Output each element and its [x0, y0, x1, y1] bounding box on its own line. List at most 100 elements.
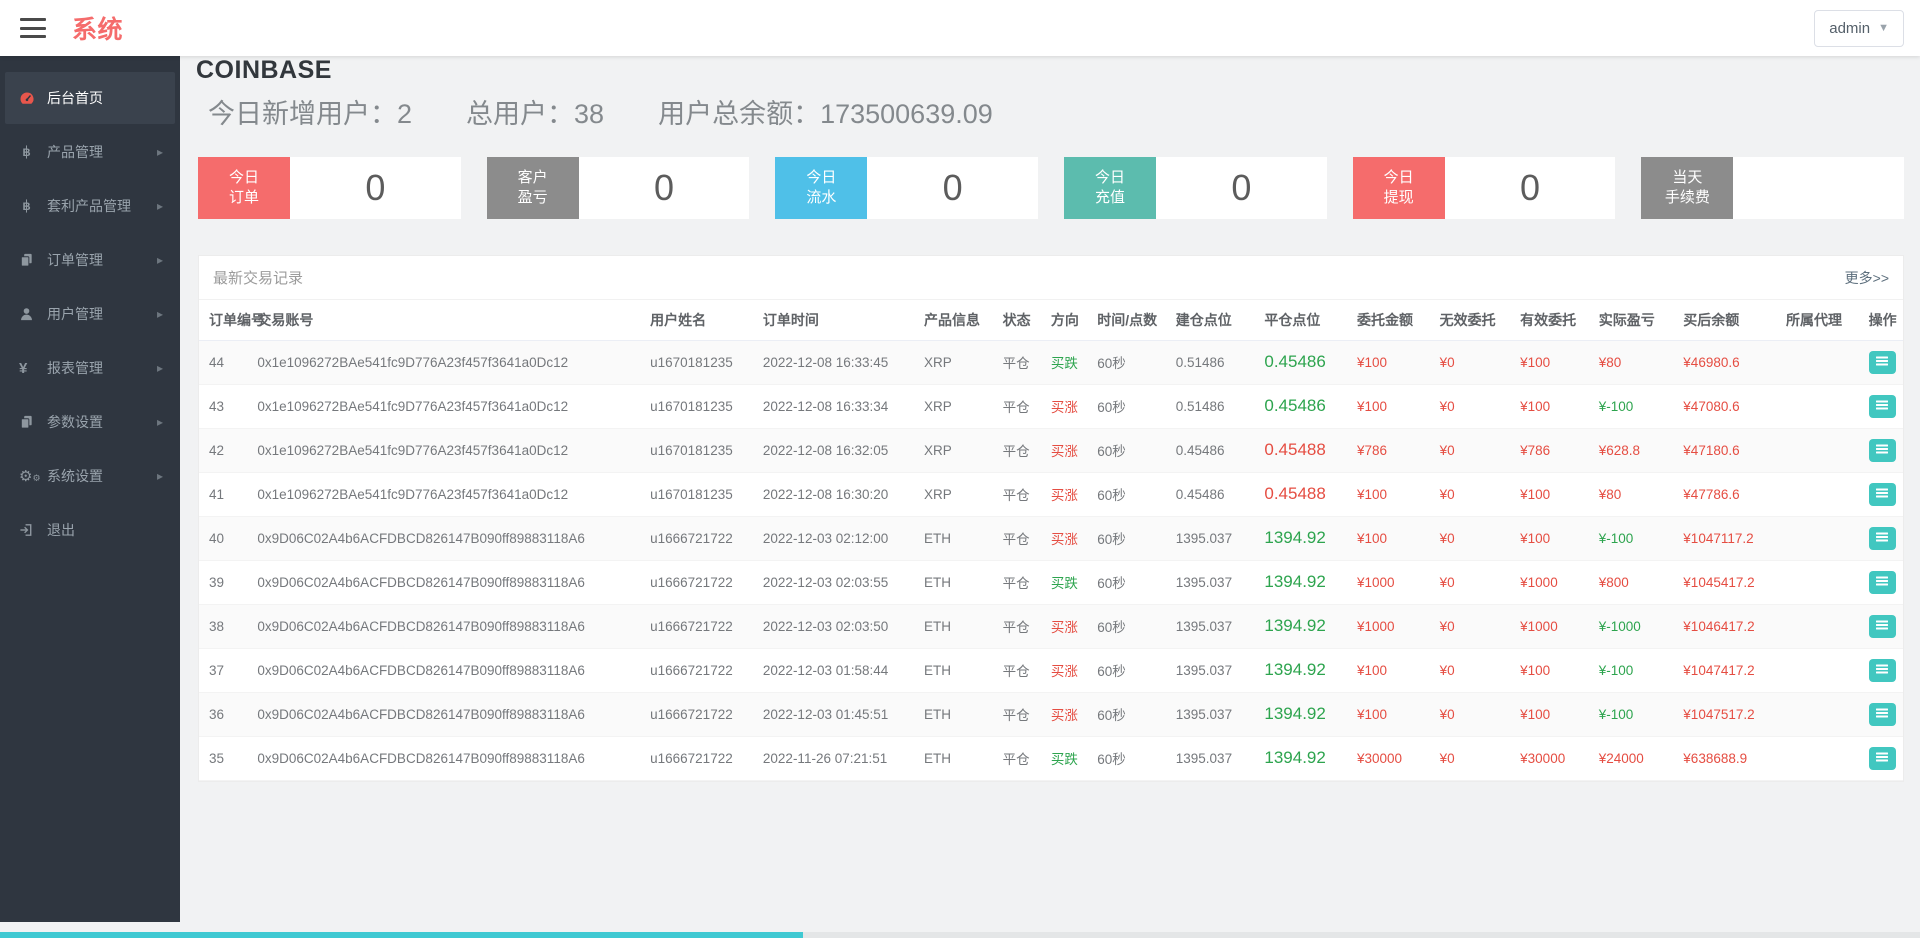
table-cell: ¥47080.6 — [1677, 384, 1781, 429]
more-link[interactable]: 更多>> — [1845, 268, 1889, 288]
menu-toggle-icon[interactable] — [20, 18, 46, 38]
table-row: 42 0x1e1096272BAe541fc9D776A23f457f3641a0… — [199, 428, 1903, 473]
table-cell: 60秒 — [1091, 428, 1170, 473]
table-cell-action — [1862, 340, 1903, 385]
top-bar: COINBASE 系统 admin ▼ — [0, 0, 1920, 84]
order-detail-button[interactable] — [1868, 658, 1896, 682]
table-cell: 买涨 — [1044, 692, 1092, 737]
chevron-down-icon: ▼ — [1878, 22, 1889, 34]
table-cell: 买涨 — [1044, 516, 1092, 561]
horizontal-scrollbar-thumb[interactable] — [0, 932, 803, 938]
order-detail-button[interactable] — [1868, 746, 1896, 770]
table-cell: ¥1047117.2 — [1677, 516, 1781, 561]
table-cell: ¥100 — [1514, 384, 1593, 429]
order-detail-button[interactable] — [1868, 394, 1896, 418]
table-cell: 0x9D06C02A4b6ACFDBCD826147B090ff89883118… — [251, 648, 645, 693]
table-cell: u1670181235 — [644, 428, 757, 473]
sidebar-item-3[interactable]: 订单管理 ▸ — [5, 234, 175, 286]
table-cell: ETH — [918, 648, 997, 693]
table-cell: ¥628.8 — [1592, 428, 1678, 473]
bitcoin-icon: B — [19, 144, 47, 160]
table-cell: 0.51486 — [1169, 384, 1259, 429]
table-cell: ¥1000 — [1514, 604, 1593, 649]
table-cell: 35 — [199, 736, 252, 781]
table-cell: ¥1047417.2 — [1677, 648, 1781, 693]
table-row: 35 0x9D06C02A4b6ACFDBCD826147B090ff898831… — [199, 736, 1903, 781]
table-cell: 买涨 — [1044, 472, 1092, 517]
sidebar-item-label: 产品管理 — [47, 144, 103, 160]
table-cell: ¥1000 — [1351, 560, 1434, 605]
table-cell: ETH — [918, 736, 997, 781]
table-cell: XRP — [918, 384, 997, 429]
table-cell: 1395.037 — [1169, 648, 1259, 693]
table-cell: ¥-1000 — [1592, 604, 1678, 649]
table-cell: ¥100 — [1514, 516, 1593, 561]
table-cell: 0.45486 — [1169, 428, 1259, 473]
sidebar-item-4[interactable]: 用户管理 ▸ — [5, 288, 175, 340]
sidebar-item-1[interactable]: B产品管理 ▸ — [5, 126, 175, 178]
stat-card-1: 客户 盈亏 0 — [486, 157, 750, 219]
table-cell: ¥47180.6 — [1677, 428, 1781, 473]
table-cell: 0x9D06C02A4b6ACFDBCD826147B090ff89883118… — [251, 736, 645, 781]
sidebar-item-label: 参数设置 — [47, 414, 103, 430]
order-detail-button[interactable] — [1868, 482, 1896, 506]
user-menu-button[interactable]: admin ▼ — [1814, 9, 1904, 47]
app-logo: COINBASE 系统 — [72, 10, 331, 84]
horizontal-scrollbar-track[interactable] — [0, 932, 1920, 938]
stat-card-value: 0 — [290, 157, 461, 219]
table-cell: ¥638688.9 — [1677, 736, 1781, 781]
sidebar-item-5[interactable]: ¥ 报表管理 ▸ — [5, 342, 175, 394]
table-cell-action — [1862, 692, 1903, 737]
table-cell — [1780, 692, 1863, 737]
table-cell: 2022-11-26 07:21:51 — [756, 736, 919, 781]
stat-card-value — [1733, 157, 1905, 219]
table-cell: 1395.037 — [1169, 516, 1259, 561]
stat-card-label: 今日 流水 — [775, 157, 868, 219]
table-cell: ¥800 — [1592, 560, 1678, 605]
table-cell: ETH — [918, 516, 997, 561]
table-cell: ¥0 — [1433, 516, 1515, 561]
stat-card-4: 今日 提现 0 — [1352, 157, 1616, 219]
table-cell: 0.45488 — [1258, 428, 1352, 473]
yen-icon: ¥ — [19, 359, 28, 377]
sidebar: 后台首页B产品管理▸B套利产品管理▸订单管理▸用户管理▸¥报表管理▸参数设置▸⚙… — [0, 56, 180, 922]
table-cell: ¥1046417.2 — [1677, 604, 1781, 649]
table-cell: 2022-12-03 02:03:50 — [756, 604, 919, 649]
column-header: 买后余额 — [1677, 300, 1781, 341]
order-detail-button[interactable] — [1868, 438, 1896, 462]
column-header: 交易账号 — [251, 300, 645, 341]
table-cell: ¥786 — [1351, 428, 1434, 473]
table-cell: ¥1045417.2 — [1677, 560, 1781, 605]
table-cell: 0.51486 — [1169, 340, 1259, 385]
sidebar-item-label: 退出 — [47, 522, 75, 538]
table-cell: u1666721722 — [644, 648, 757, 693]
table-cell: 平仓 — [996, 428, 1045, 473]
order-detail-button[interactable] — [1868, 350, 1896, 374]
sidebar-item-8[interactable]: 退出 — [5, 504, 175, 556]
sidebar-item-6[interactable]: 参数设置 ▸ — [5, 396, 175, 448]
column-header: 无效委托 — [1433, 300, 1515, 341]
table-cell: 2022-12-03 01:45:51 — [756, 692, 919, 737]
table-cell: ¥786 — [1514, 428, 1593, 473]
sidebar-item-7[interactable]: ⚙⚙ 系统设置 ▸ — [5, 450, 175, 502]
table-row: 40 0x9D06C02A4b6ACFDBCD826147B090ff898831… — [199, 516, 1903, 561]
table-cell: 2022-12-08 16:33:45 — [756, 340, 919, 385]
sidebar-item-0[interactable]: 后台首页 — [5, 72, 175, 124]
table-cell: 平仓 — [996, 384, 1045, 429]
table-cell: 平仓 — [996, 472, 1045, 517]
order-detail-button[interactable] — [1868, 570, 1896, 594]
stat-cards-row: 今日 订单 0 客户 盈亏 0 今日 流水 0 今日 充值 0 今日 提现 0 当天 手续费 — [198, 157, 1905, 219]
order-detail-button[interactable] — [1868, 614, 1896, 638]
order-detail-button[interactable] — [1868, 526, 1896, 550]
table-cell: u1670181235 — [644, 384, 757, 429]
table-cell: ¥0 — [1433, 560, 1515, 605]
table-cell: 平仓 — [996, 736, 1045, 781]
table-cell: 0x1e1096272BAe541fc9D776A23f457f3641a0Dc… — [251, 384, 645, 429]
stat-card-value: 0 — [578, 157, 750, 219]
table-cell: ¥100 — [1351, 692, 1434, 737]
order-detail-button[interactable] — [1868, 702, 1896, 726]
sidebar-item-2[interactable]: B套利产品管理 ▸ — [5, 180, 175, 232]
table-cell: 0x9D06C02A4b6ACFDBCD826147B090ff89883118… — [251, 560, 645, 605]
table-cell: ¥24000 — [1592, 736, 1678, 781]
stat-card-3: 今日 充值 0 — [1064, 157, 1327, 219]
